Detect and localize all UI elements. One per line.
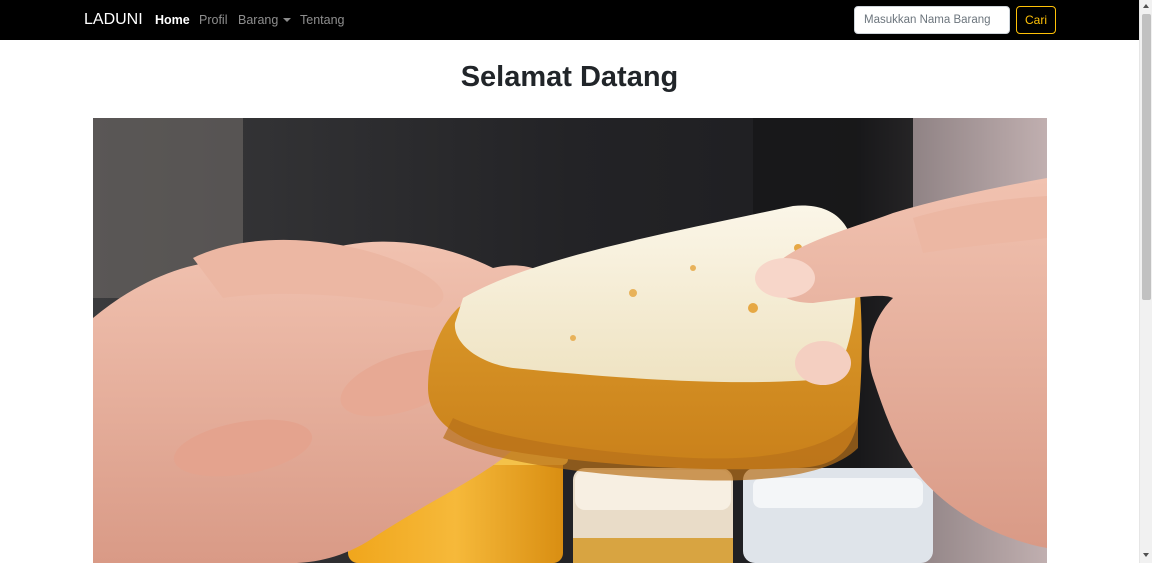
page-title: Selamat Datang [460, 61, 679, 93]
hero-image [93, 118, 1047, 563]
scroll-down-arrow-icon[interactable] [1143, 553, 1149, 557]
nav-link-home[interactable]: Home [155, 12, 190, 28]
nav-dropdown-barang[interactable]: Barang [238, 12, 292, 28]
nav-dropdown-barang-label: Barang [238, 13, 279, 27]
scrollbar-thumb[interactable] [1142, 14, 1151, 300]
honeycomb-photo [93, 118, 1047, 563]
caret-down-icon [283, 18, 292, 22]
content-area: LADUNI Home Profil Barang Tentang Cari S… [0, 0, 1139, 563]
nav-link-profil[interactable]: Profil [199, 12, 227, 28]
scroll-up-arrow-icon[interactable] [1143, 4, 1149, 8]
search-input[interactable] [854, 6, 1010, 34]
page: LADUNI Home Profil Barang Tentang Cari S… [0, 0, 1152, 563]
navbar: LADUNI Home Profil Barang Tentang Cari [0, 0, 1139, 40]
navbar-brand[interactable]: LADUNI [84, 10, 143, 30]
nav-link-tentang[interactable]: Tentang [300, 12, 344, 28]
search-button[interactable]: Cari [1016, 6, 1056, 34]
vertical-scrollbar[interactable] [1139, 0, 1152, 563]
